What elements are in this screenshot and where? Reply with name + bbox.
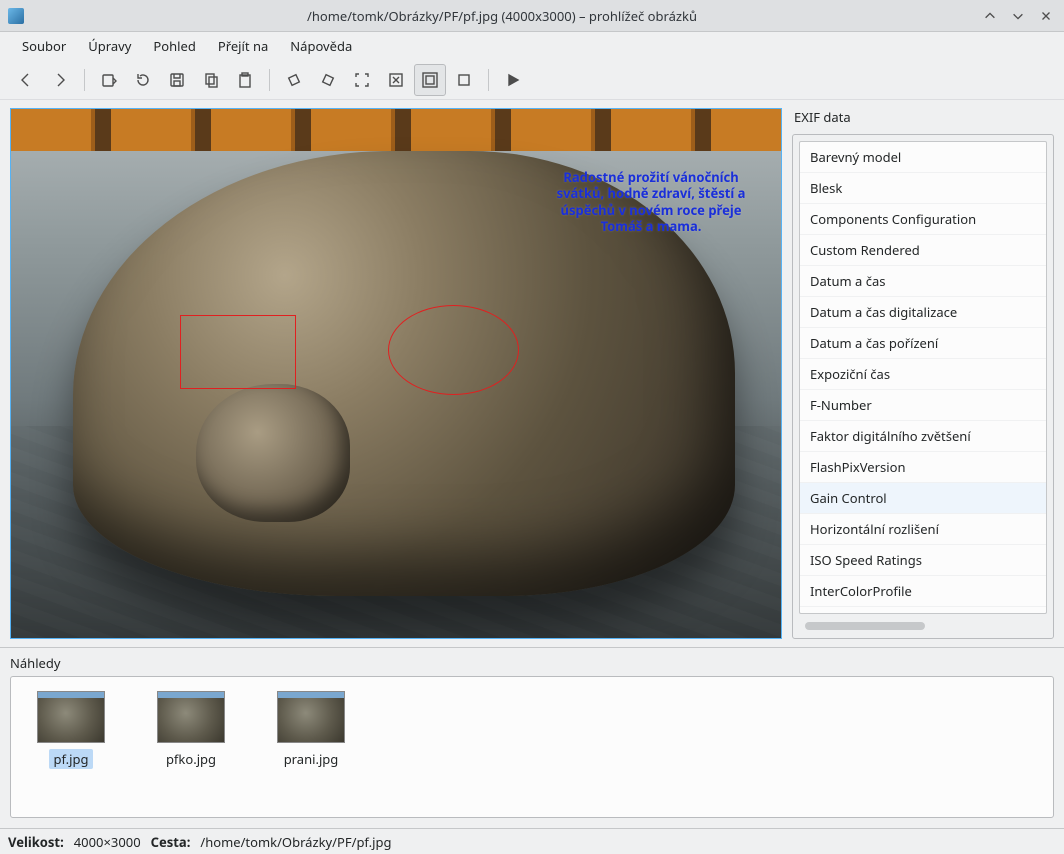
image-background-strip	[11, 109, 781, 151]
status-path-value: /home/tomk/Obrázky/PF/pf.jpg	[200, 833, 391, 851]
exif-item[interactable]: Custom Rendered	[800, 235, 1046, 266]
toolbar-separator	[488, 69, 489, 91]
thumbnail-label: pfko.jpg	[162, 749, 220, 769]
thumbnail-item[interactable]: prani.jpg	[271, 691, 351, 769]
rotate-right-button[interactable]	[312, 64, 344, 96]
menu-file[interactable]: Soubor	[12, 33, 76, 59]
thumbnail-item[interactable]: pf.jpg	[31, 691, 111, 769]
zoom-window-button[interactable]	[414, 64, 446, 96]
image-viewer[interactable]: Radostné prožití vánočních svátků, hodně…	[10, 108, 782, 639]
slideshow-button[interactable]	[497, 64, 529, 96]
copy-button[interactable]	[195, 64, 227, 96]
image-subject-head	[196, 384, 350, 522]
paste-button[interactable]	[229, 64, 261, 96]
menubar: Soubor Úpravy Pohled Přejít na Nápověda	[0, 32, 1064, 60]
app-icon	[8, 8, 24, 24]
content-area: Radostné prožití vánočních svátků, hodně…	[0, 100, 1064, 647]
reload-button[interactable]	[127, 64, 159, 96]
status-size-label: Velikost:	[8, 833, 64, 851]
thumbnail-image	[37, 691, 105, 743]
exif-item[interactable]: Datum a čas digitalizace	[800, 297, 1046, 328]
thumbnail-item[interactable]: pfko.jpg	[151, 691, 231, 769]
open-button[interactable]	[93, 64, 125, 96]
maximize-button[interactable]	[1008, 6, 1028, 26]
exif-item[interactable]: FlashPixVersion	[800, 452, 1046, 483]
exif-item[interactable]: F-Number	[800, 390, 1046, 421]
menu-go[interactable]: Přejít na	[208, 33, 278, 59]
thumbnail-image	[157, 691, 225, 743]
exif-item[interactable]: Gain Control	[800, 483, 1046, 514]
exif-item[interactable]: Components Configuration	[800, 204, 1046, 235]
image-content: Radostné prožití vánočních svátků, hodně…	[11, 109, 781, 638]
image-overlay-text: Radostné prožití vánočních svátků, hodně…	[541, 169, 761, 234]
exif-item[interactable]: InterColorProfile	[800, 576, 1046, 607]
exif-list[interactable]: Barevný modelBleskComponents Configurati…	[799, 141, 1047, 614]
exif-item[interactable]: Blesk	[800, 173, 1046, 204]
status-size-value: 4000×3000	[74, 833, 141, 851]
zoom-fit-button[interactable]	[346, 64, 378, 96]
menu-view[interactable]: Pohled	[143, 33, 205, 59]
rotate-left-button[interactable]	[278, 64, 310, 96]
thumbnail-label: pf.jpg	[49, 749, 92, 769]
exif-item[interactable]: ISO Speed Ratings	[800, 545, 1046, 576]
exif-item[interactable]: Datum a čas	[800, 266, 1046, 297]
thumbnails-box: pf.jpg pfko.jpg prani.jpg	[10, 676, 1054, 818]
exif-item[interactable]: Datum a čas pořízení	[800, 328, 1046, 359]
thumbnail-label: prani.jpg	[280, 749, 343, 769]
exif-horizontal-scrollbar[interactable]	[799, 620, 1047, 632]
toolbar-separator	[269, 69, 270, 91]
menu-edit[interactable]: Úpravy	[78, 33, 141, 59]
exif-box: Barevný modelBleskComponents Configurati…	[792, 134, 1054, 639]
thumbnail-image	[277, 691, 345, 743]
exif-item[interactable]: Barevný model	[800, 142, 1046, 173]
close-button[interactable]	[1036, 6, 1056, 26]
titlebar: /home/tomk/Obrázky/PF/pf.jpg (4000x3000)…	[0, 0, 1064, 32]
save-button[interactable]	[161, 64, 193, 96]
nav-forward-button[interactable]	[44, 64, 76, 96]
status-path-label: Cesta:	[151, 833, 191, 851]
exif-panel: EXIF data Barevný modelBleskComponents C…	[792, 108, 1054, 639]
exif-item[interactable]: Expoziční čas	[800, 359, 1046, 390]
minimize-button[interactable]	[980, 6, 1000, 26]
toolbar-separator	[84, 69, 85, 91]
zoom-actual-button[interactable]	[380, 64, 412, 96]
exif-panel-title: EXIF data	[792, 108, 1054, 130]
menu-help[interactable]: Nápověda	[280, 33, 362, 59]
annotation-rectangle	[180, 315, 296, 389]
exif-item[interactable]: Horizontální rozlišení	[800, 514, 1046, 545]
thumbnails-panel: Náhledy pf.jpg pfko.jpg prani.jpg	[0, 647, 1064, 828]
toolbar	[0, 60, 1064, 100]
thumbnails-title: Náhledy	[10, 654, 1054, 672]
nav-back-button[interactable]	[10, 64, 42, 96]
annotation-ellipse	[388, 305, 519, 395]
window-title: /home/tomk/Obrázky/PF/pf.jpg (4000x3000)…	[32, 7, 972, 25]
crop-button[interactable]	[448, 64, 480, 96]
exif-item[interactable]: Faktor digitálního zvětšení	[800, 421, 1046, 452]
status-bar: Velikost: 4000×3000 Cesta: /home/tomk/Ob…	[0, 828, 1064, 854]
